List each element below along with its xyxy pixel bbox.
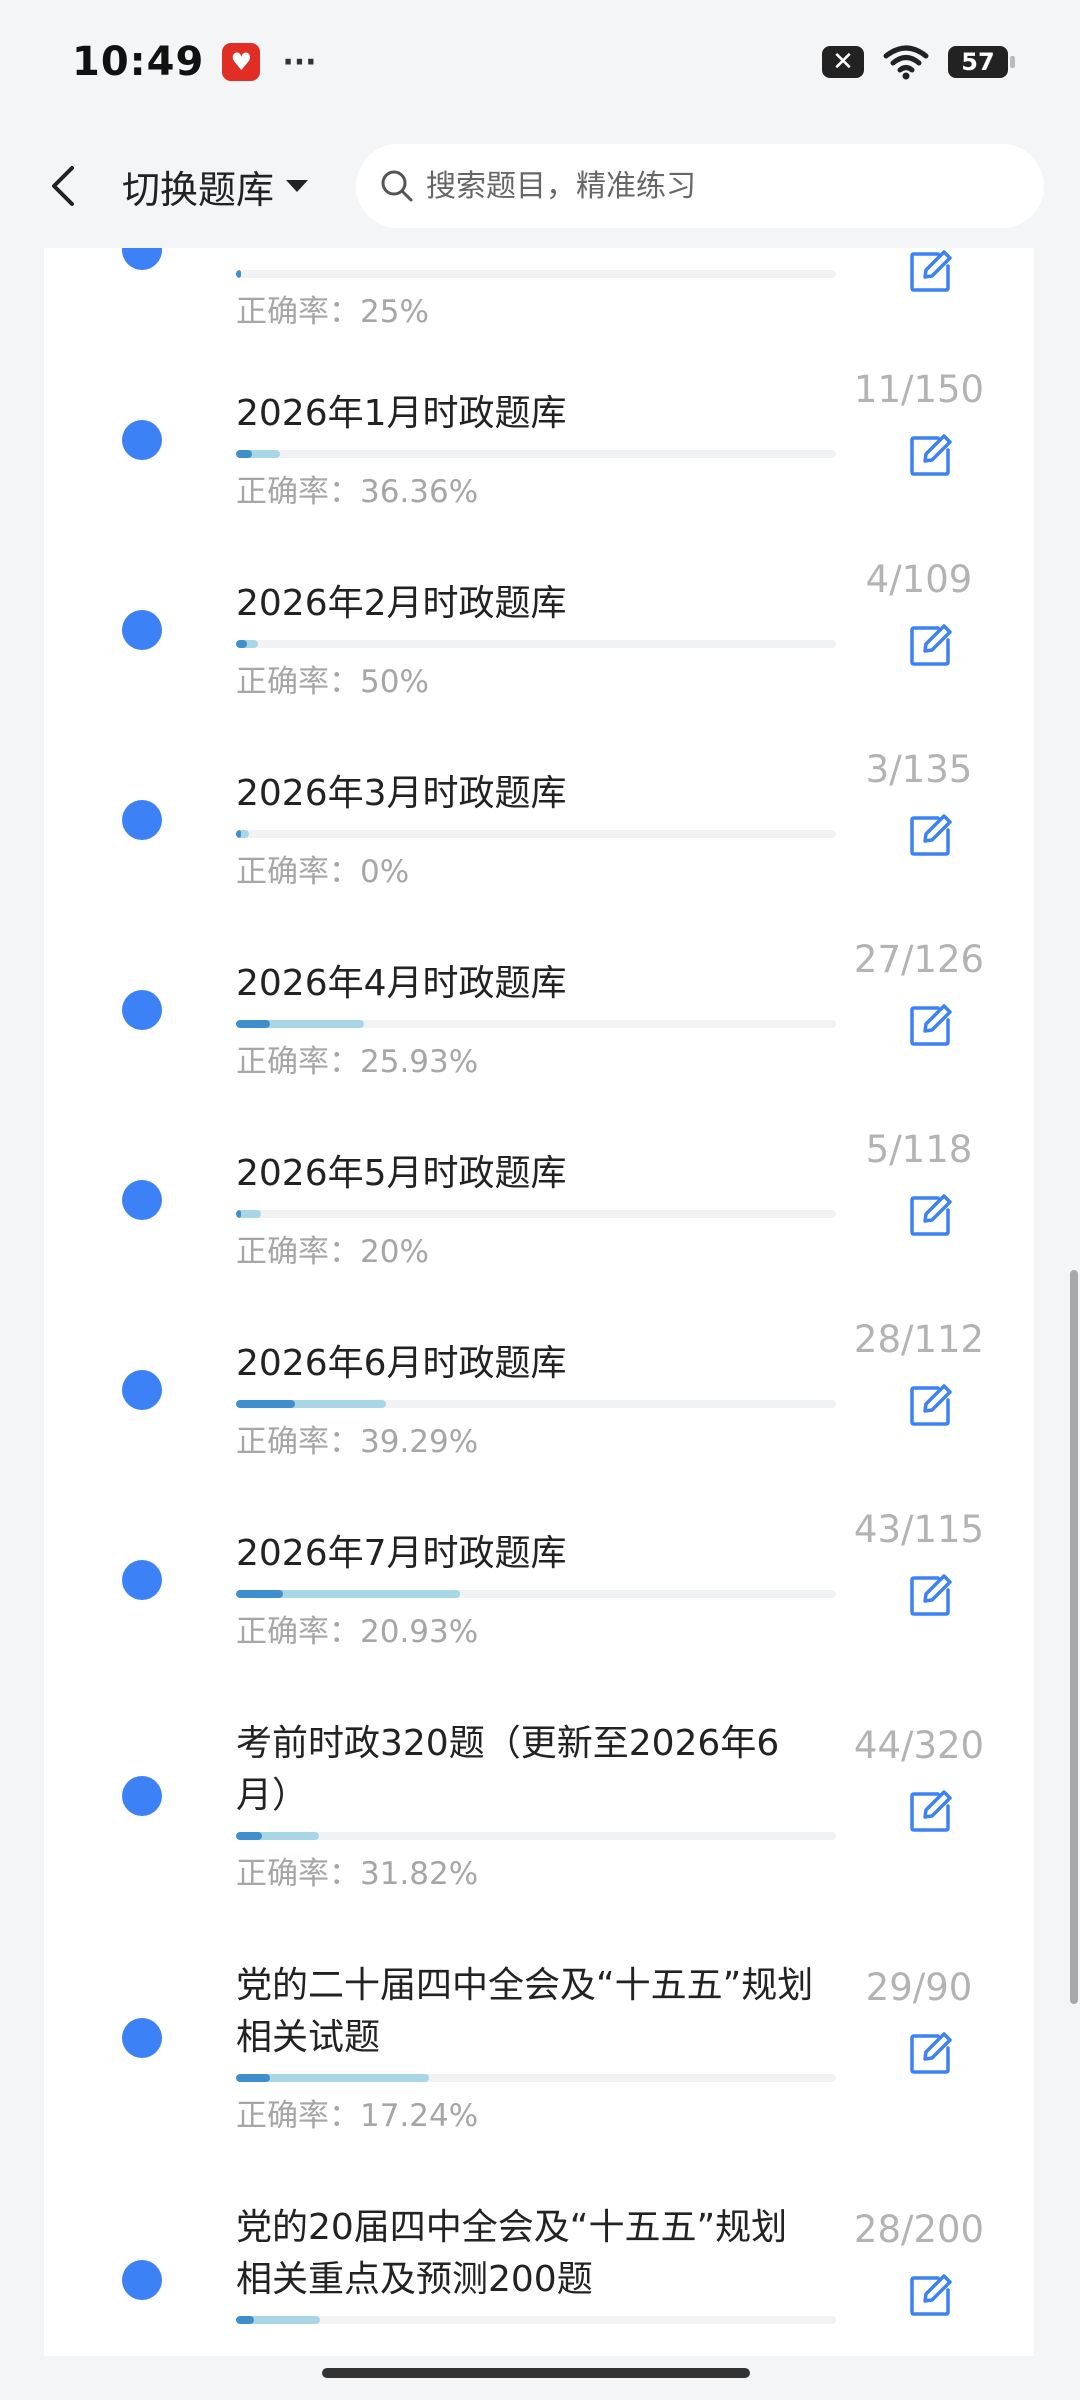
bank-dot [122,990,162,1030]
progress-correct-fill [236,2074,270,2082]
bank-dot [122,1560,162,1600]
edit-icon[interactable] [908,1790,952,1834]
answered-count: 44/320 [853,1724,985,1767]
progress-track [236,1590,836,1598]
bank-title: 2026年3月时政题库 [236,773,567,814]
progress-correct-fill [236,2316,254,2324]
edit-icon[interactable] [908,624,952,668]
bank-title: 2026年2月时政题库 [236,583,567,624]
bank-list: 正确率：25% 2026年1月时政题库 正确率：36.36% 11/150 20… [44,248,1034,2356]
back-button[interactable] [30,146,96,226]
accuracy-text: 正确率：50% [236,664,429,700]
search-icon [381,170,413,202]
bank-dot [122,1370,162,1410]
top-bar: 切换题库 [0,124,1080,248]
progress-correct-fill [236,270,241,278]
bank-title: 2026年1月时政题库 [236,393,567,434]
progress-correct-fill [236,640,247,648]
bank-title: 2026年7月时政题库 [236,1533,567,1574]
answered-count: 4/109 [865,558,973,601]
bank-dot [122,248,162,270]
progress-correct-fill [236,1020,270,1028]
bank-title: 党的二十届四中全会及“十五五”规划相关试题 [236,1965,814,2058]
progress-track [236,1210,836,1218]
bank-title: 2026年4月时政题库 [236,963,567,1004]
status-bar: 10:49 ♥ ··· ✕ 57 [0,0,1080,124]
bank-title: 2026年5月时政题库 [236,1153,567,1194]
accuracy-text: 正确率：17.24% [236,2098,479,2134]
answered-count: 43/115 [853,1508,985,1551]
more-notifications-icon: ··· [282,44,317,80]
answered-count: 3/135 [865,748,973,791]
bank-dot [122,420,162,460]
bank-title: 党的20届四中全会及“十五五”规划相关重点及预测200题 [236,2207,788,2300]
progress-track [236,830,836,838]
progress-track [236,2316,836,2324]
answered-count: 5/118 [865,1128,973,1171]
bank-title: 2026年6月时政题库 [236,1343,567,1384]
battery-indicator: 57 [948,46,1015,78]
progress-correct-fill [236,1590,283,1598]
search-bar[interactable] [356,144,1044,228]
accuracy-text: 正确率：36.36% [236,474,479,510]
progress-correct-fill [236,1210,241,1218]
no-sim-icon: ✕ [822,46,864,78]
bank-dot [122,1180,162,1220]
progress-track [236,1020,836,1028]
answered-count: 29/90 [865,1966,973,2009]
accuracy-text: 正确率：20.93% [236,1614,479,1650]
progress-track [236,1832,836,1840]
edit-icon[interactable] [908,434,952,478]
status-left: 10:49 ♥ ··· [72,39,317,85]
progress-correct-fill [236,830,241,838]
progress-track [236,640,836,648]
accuracy-text: 正确率：31.82% [236,1856,479,1892]
app-notification-icon: ♥ [222,43,261,81]
edit-icon[interactable] [908,1574,952,1618]
edit-icon[interactable] [908,2032,952,2076]
progress-correct-fill [236,450,253,458]
progress-correct-fill [236,1400,295,1408]
bank-dot [122,800,162,840]
edit-icon[interactable] [908,1384,952,1428]
switch-bank-dropdown[interactable]: 切换题库 [122,159,310,214]
accuracy-text: 正确率：39.29% [236,1424,479,1460]
switch-bank-label: 切换题库 [122,167,275,212]
caret-down-icon [286,180,309,192]
status-time: 10:49 [72,39,205,85]
edit-icon[interactable] [908,1194,952,1238]
status-right: ✕ 57 [822,44,1015,80]
answered-count: 28/200 [853,2208,985,2251]
progress-track [236,270,836,278]
edit-icon[interactable] [908,814,952,858]
answered-count: 11/150 [853,368,985,411]
edit-icon[interactable] [908,1004,952,1048]
accuracy-text: 正确率：0% [236,854,410,890]
progress-track [236,1400,836,1408]
bank-dot [122,1776,162,1816]
progress-track [236,2074,836,2082]
bank-dot [122,610,162,650]
edit-icon[interactable] [908,2274,952,2318]
scrollbar[interactable] [1070,1270,1078,2004]
progress-track [236,450,836,458]
progress-correct-fill [236,1832,263,1840]
accuracy-text: 正确率：20% [236,1234,429,1270]
answered-count: 27/126 [853,938,985,981]
home-indicator[interactable] [322,2368,750,2378]
wifi-icon [883,45,929,80]
edit-icon[interactable] [908,250,952,294]
accuracy-text: 正确率：25% [236,294,429,330]
bank-title: 考前时政320题（更新至2026年6月） [236,1723,780,1816]
answered-count: 28/112 [853,1318,985,1361]
accuracy-text: 正确率：25.93% [236,1044,479,1080]
chevron-left-icon [52,166,74,206]
bank-dot [122,2018,162,2058]
search-input[interactable] [424,167,989,205]
bank-dot [122,2260,162,2300]
